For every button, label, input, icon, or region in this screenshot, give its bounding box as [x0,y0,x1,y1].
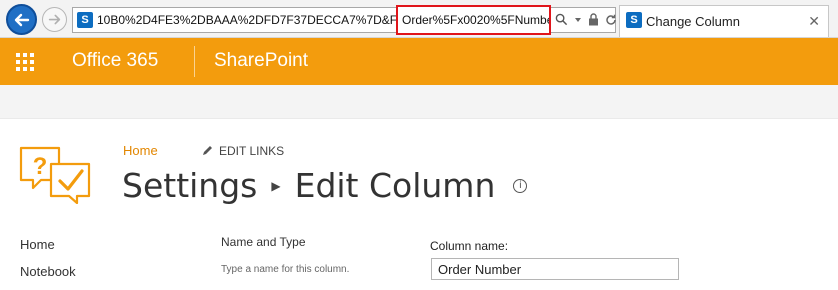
site-logo[interactable]: ? [19,146,91,205]
breadcrumb-home[interactable]: Home [123,143,158,158]
browser-tab[interactable]: S Change Column ✕ [619,5,829,37]
column-name-input[interactable] [431,258,679,280]
edit-links-button[interactable]: EDIT LINKS [201,144,284,158]
sharepoint-site-icon: S [77,12,93,28]
site-logo-icon: ? [19,146,91,205]
forward-button[interactable] [42,7,67,32]
quick-launch-item-notebook[interactable]: Notebook [20,264,76,279]
page-title-edit-column: Edit Column [294,166,496,205]
ribbon-bar [0,85,838,119]
section-description: Type a name for this column. [221,264,350,275]
browser-toolbar: S 10B0%2D4FE3%2DBAAA%2DFD7F37DECCA7%7D&F… [0,0,838,38]
waffle-icon [16,52,34,71]
suite-bar-divider [194,46,195,77]
column-name-label: Column name: [430,239,509,253]
lock-icon[interactable] [588,13,599,26]
tab-title: Change Column [646,14,740,29]
address-bar[interactable]: S 10B0%2D4FE3%2DBAAA%2DFD7F37DECCA7%7D&F… [72,5,617,35]
refresh-icon[interactable] [605,14,617,26]
chevron-down-icon[interactable] [574,16,582,24]
pencil-icon [203,146,212,155]
edit-links-label: EDIT LINKS [219,144,285,158]
sharepoint-app-link[interactable]: SharePoint [214,50,308,72]
address-tools [555,13,617,26]
url-highlight[interactable]: Order%5Fx0020%5FNumber [396,5,551,35]
back-button[interactable] [6,4,37,35]
url-text[interactable]: 10B0%2D4FE3%2DBAAA%2DFD7F37DECCA7%7D&Fie… [97,13,423,27]
svg-text:?: ? [33,153,48,180]
arrow-right-icon [48,14,61,25]
quick-launch-item-home[interactable]: Home [20,237,55,252]
page-title: Settings ▶ Edit Column i [122,166,528,205]
section-title: Name and Type [221,235,306,249]
page-title-settings[interactable]: Settings [122,166,257,205]
close-icon[interactable]: ✕ [808,13,820,30]
breadcrumb-arrow-icon: ▶ [271,178,281,193]
search-icon[interactable] [555,13,568,26]
app-launcher-button[interactable] [0,38,50,85]
arrow-left-icon [14,13,29,26]
info-icon[interactable]: i [513,178,528,193]
office365-brand-link[interactable]: Office 365 [72,50,158,72]
office365-suite-bar: Office 365 SharePoint [0,38,838,85]
sharepoint-tab-icon: S [626,12,642,28]
